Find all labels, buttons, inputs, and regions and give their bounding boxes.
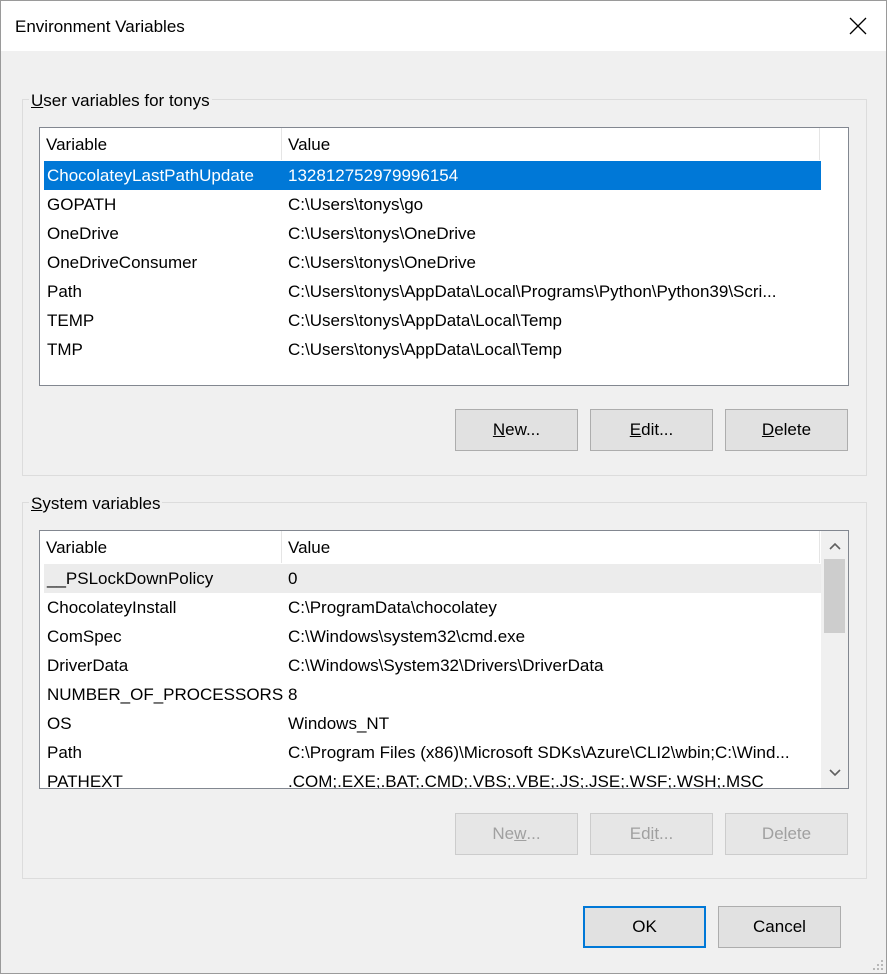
list-item[interactable]: ChocolateyInstall C:\ProgramData\chocola… [44,593,821,622]
list-item[interactable]: __PSLockDownPolicy 0 [44,564,821,593]
scroll-down-button[interactable] [821,760,848,786]
close-button[interactable] [830,1,886,51]
user-edit-button[interactable]: Edit... [590,409,713,451]
system-new-button[interactable]: Ne w... [455,813,578,855]
list-item[interactable]: OneDriveConsumer C:\Users\tonys\OneDrive [44,248,821,277]
user-delete-button[interactable]: Delete [725,409,848,451]
list-item[interactable]: OneDrive C:\Users\tonys\OneDrive [44,219,821,248]
resize-grip-icon[interactable] [872,959,884,971]
scroll-up-button[interactable] [821,533,848,559]
column-header-variable[interactable]: Variable [40,531,282,563]
user-variables-label: User variables for tonys [29,91,212,111]
window-title: Environment Variables [15,17,185,36]
user-variables-list[interactable]: Variable Value ChocolateyLastPathUpdate … [39,127,849,386]
list-item[interactable]: PATHEXT .COM;.EXE;.BAT;.CMD;.VBS;.VBE;.J… [44,767,821,788]
ok-button[interactable]: OK [583,906,706,948]
cancel-button[interactable]: Cancel [718,906,841,948]
system-edit-button[interactable]: Ed i t... [590,813,713,855]
vertical-scrollbar[interactable] [821,531,848,788]
scrollbar-thumb[interactable] [824,559,845,633]
list-item[interactable]: OS Windows_NT [44,709,821,738]
list-item[interactable]: TEMP C:\Users\tonys\AppData\Local\Temp [44,306,821,335]
system-variables-list[interactable]: Variable Value __PSLockDownPolicy 0 Choc… [39,530,849,789]
column-header-value[interactable]: Value [282,128,820,160]
list-header: Variable Value [40,128,848,161]
close-icon [849,17,867,35]
user-new-button[interactable]: New... [455,409,578,451]
list-item[interactable]: ComSpec C:\Windows\system32\cmd.exe [44,622,821,651]
list-item[interactable]: DriverData C:\Windows\System32\Drivers\D… [44,651,821,680]
column-header-value[interactable]: Value [282,531,820,563]
title-bar: Environment Variables [1,1,886,51]
list-header: Variable Value [40,531,848,564]
chevron-down-icon [828,769,841,777]
system-delete-button[interactable]: De l ete [725,813,848,855]
list-item[interactable]: Path C:\Users\tonys\AppData\Local\Progra… [44,277,821,306]
system-variables-label: System variables [29,494,163,514]
list-item[interactable]: GOPATH C:\Users\tonys\go [44,190,821,219]
column-header-variable[interactable]: Variable [40,128,282,160]
list-item[interactable]: TMP C:\Users\tonys\AppData\Local\Temp [44,335,821,364]
list-item[interactable]: ChocolateyLastPathUpdate 132812752979996… [44,161,821,190]
list-item[interactable]: Path C:\Program Files (x86)\Microsoft SD… [44,738,821,767]
chevron-up-icon [828,542,841,550]
environment-variables-dialog: Environment Variables User variables for… [0,0,887,974]
list-item[interactable]: NUMBER_OF_PROCESSORS 8 [44,680,821,709]
